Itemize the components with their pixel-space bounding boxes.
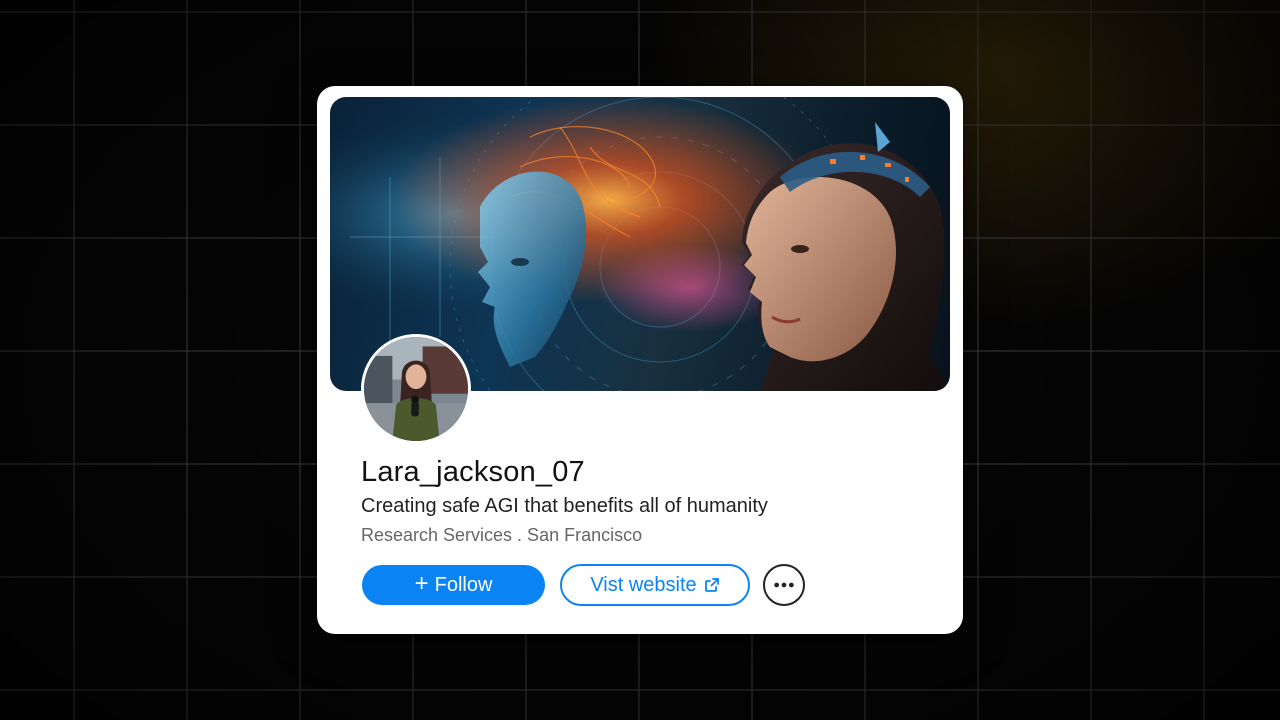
external-link-icon <box>704 578 719 592</box>
more-horizontal-icon <box>774 582 794 588</box>
avatar[interactable] <box>361 334 471 444</box>
profile-card: Lara_jackson_07 Creating safe AGI that b… <box>317 86 963 634</box>
avatar-photo <box>364 337 468 441</box>
profile-username: Lara_jackson_07 <box>361 456 585 488</box>
plus-icon: + <box>414 570 429 597</box>
profile-headline: Creating safe AGI that benefits all of h… <box>361 495 768 517</box>
follow-label: Follow <box>434 573 493 596</box>
visit-website-button[interactable]: Vist website <box>560 564 750 606</box>
more-options-button[interactable] <box>763 564 805 606</box>
website-label: Vist website <box>590 573 697 596</box>
profile-meta: Research Services . San Francisco <box>361 525 643 545</box>
follow-button[interactable]: + Follow <box>362 565 545 605</box>
